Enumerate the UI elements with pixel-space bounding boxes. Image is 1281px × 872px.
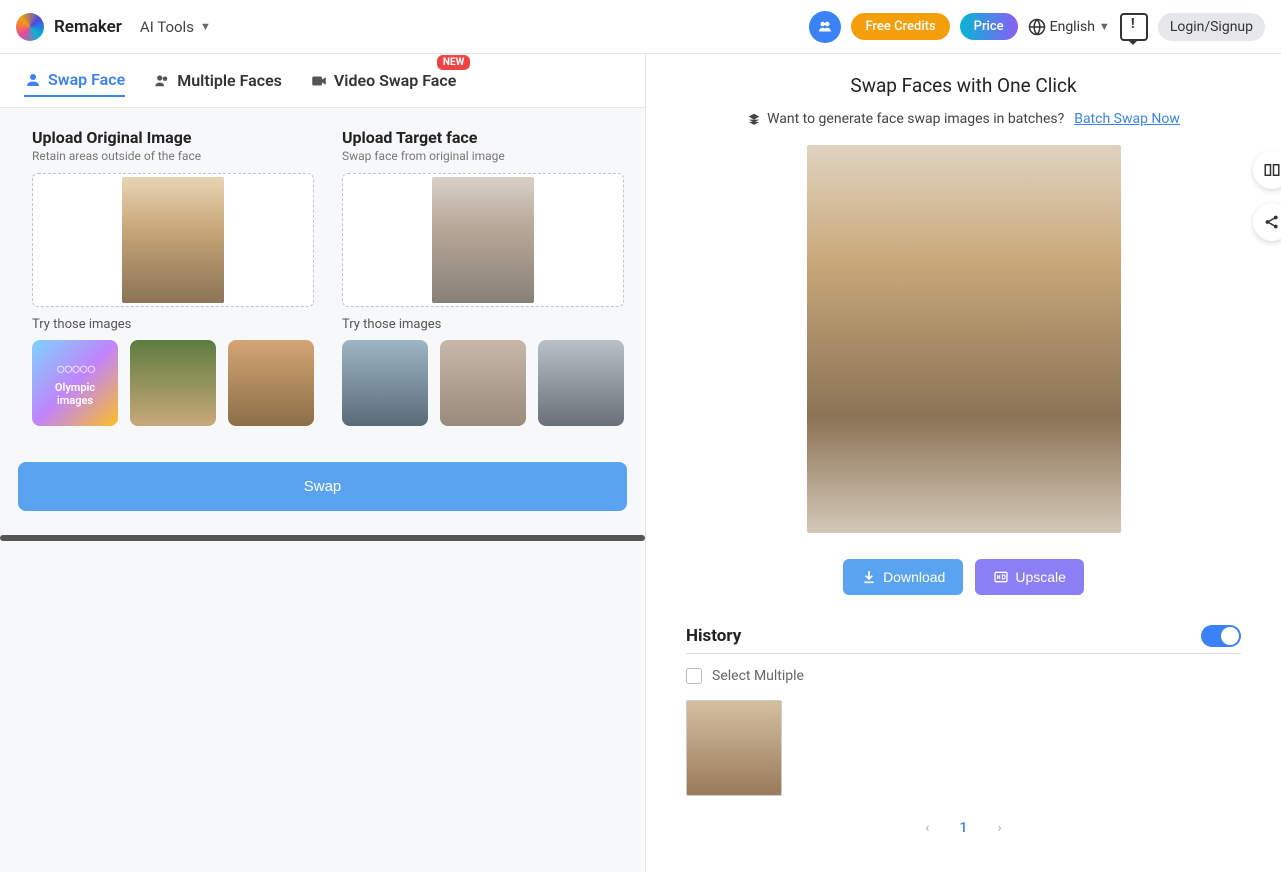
action-row: Download Upscale <box>686 559 1241 595</box>
select-multiple-label: Select Multiple <box>712 668 804 684</box>
try-target-row <box>342 340 624 426</box>
compare-icon <box>1263 161 1281 179</box>
upload-row: Upload Original Image Retain areas outsi… <box>0 108 645 432</box>
header-left: Remaker AI Tools ▼ <box>16 13 211 41</box>
upload-target-sub: Swap face from original image <box>342 149 624 163</box>
share-icon <box>1263 213 1281 231</box>
tab-label: Video Swap Face <box>334 71 456 90</box>
share-button[interactable]: 🎁 <box>1253 203 1281 241</box>
try-image-3[interactable] <box>228 340 314 426</box>
video-icon <box>310 72 328 90</box>
new-badge: NEW <box>437 55 470 70</box>
history-thumbnail[interactable] <box>686 700 782 796</box>
try-image-olympic[interactable]: ○○○○○ Olympic images <box>32 340 118 426</box>
download-icon <box>861 569 877 585</box>
upload-target-title: Upload Target face <box>342 128 624 147</box>
tabs-bar: Swap Face Multiple Faces Video Swap Face… <box>0 54 645 108</box>
pagination: ‹ 1 › <box>686 820 1241 836</box>
tab-label: Swap Face <box>48 70 125 89</box>
right-panel: Swap Faces with One Click Want to genera… <box>646 54 1281 872</box>
try-image-6[interactable] <box>538 340 624 426</box>
free-credits-button[interactable]: Free Credits <box>851 13 949 40</box>
side-fabs: 🎁 <box>1253 151 1281 241</box>
target-uploaded-image <box>432 177 534 303</box>
history-header: History <box>686 625 1241 654</box>
compare-button[interactable] <box>1253 151 1281 189</box>
language-selector[interactable]: English ▼ <box>1028 18 1110 36</box>
batch-swap-link[interactable]: Batch Swap Now <box>1074 111 1180 127</box>
download-label: Download <box>883 569 945 585</box>
login-signup-button[interactable]: Login/Signup <box>1158 13 1265 41</box>
upload-original-col: Upload Original Image Retain areas outsi… <box>32 128 314 426</box>
app-header: Remaker AI Tools ▼ Free Credits Price En… <box>0 0 1281 54</box>
brand-name: Remaker <box>54 17 122 37</box>
tab-video-swap[interactable]: Video Swap Face NEW <box>310 71 456 96</box>
batch-row: Want to generate face swap images in bat… <box>686 111 1241 127</box>
try-label: Try those images <box>32 317 314 332</box>
try-image-4[interactable] <box>342 340 428 426</box>
history-title: History <box>686 626 741 646</box>
chevron-down-icon: ▼ <box>200 20 211 33</box>
language-label: English <box>1050 19 1095 35</box>
try-original-row: ○○○○○ Olympic images <box>32 340 314 426</box>
ai-tools-label: AI Tools <box>140 18 194 36</box>
price-button[interactable]: Price <box>960 13 1018 40</box>
try-image-2[interactable] <box>130 340 216 426</box>
result-image-wrap: 🎁 <box>686 145 1241 533</box>
people-icon <box>153 72 171 90</box>
globe-icon <box>1028 18 1046 36</box>
header-right: Free Credits Price English ▼ Login/Signu… <box>809 11 1265 43</box>
left-panel: Swap Face Multiple Faces Video Swap Face… <box>0 54 646 872</box>
pager-current[interactable]: 1 <box>960 820 968 836</box>
olympic-rings-icon: ○○○○○ <box>56 359 94 379</box>
upload-original-title: Upload Original Image <box>32 128 314 147</box>
batch-question-text: Want to generate face swap images in bat… <box>767 111 1064 127</box>
result-image <box>807 145 1121 533</box>
result-title: Swap Faces with One Click <box>686 74 1241 97</box>
select-multiple-checkbox[interactable] <box>686 668 702 684</box>
person-icon <box>24 71 42 89</box>
olympic-label: Olympic images <box>36 381 114 407</box>
download-button[interactable]: Download <box>843 559 963 595</box>
upscale-label: Upscale <box>1015 569 1066 585</box>
pager-next[interactable]: › <box>997 820 1001 836</box>
upload-original-sub: Retain areas outside of the face <box>32 149 314 163</box>
try-label: Try those images <box>342 317 624 332</box>
select-multiple-row: Select Multiple <box>686 668 1241 684</box>
logo-icon[interactable] <box>16 13 44 41</box>
pager-prev[interactable]: ‹ <box>925 820 929 836</box>
target-drop-zone[interactable] <box>342 173 624 307</box>
original-drop-zone[interactable] <box>32 173 314 307</box>
stack-icon <box>747 112 761 126</box>
feedback-icon[interactable] <box>1120 13 1148 41</box>
tab-multiple-faces[interactable]: Multiple Faces <box>153 71 282 96</box>
batch-question: Want to generate face swap images in bat… <box>747 111 1064 127</box>
tab-label: Multiple Faces <box>177 71 282 90</box>
divider <box>0 535 645 541</box>
community-icon[interactable] <box>809 11 841 43</box>
upload-target-col: Upload Target face Swap face from origin… <box>342 128 624 426</box>
chevron-down-icon: ▼ <box>1099 20 1110 33</box>
main-layout: Swap Face Multiple Faces Video Swap Face… <box>0 54 1281 872</box>
hd-icon <box>993 569 1009 585</box>
swap-button[interactable]: Swap <box>18 462 627 511</box>
ai-tools-dropdown[interactable]: AI Tools ▼ <box>140 18 211 36</box>
original-uploaded-image <box>122 177 224 303</box>
history-toggle[interactable] <box>1201 625 1241 647</box>
try-image-5[interactable] <box>440 340 526 426</box>
swap-button-wrap: Swap <box>0 432 645 531</box>
tab-swap-face[interactable]: Swap Face <box>24 70 125 97</box>
upscale-button[interactable]: Upscale <box>975 559 1084 595</box>
